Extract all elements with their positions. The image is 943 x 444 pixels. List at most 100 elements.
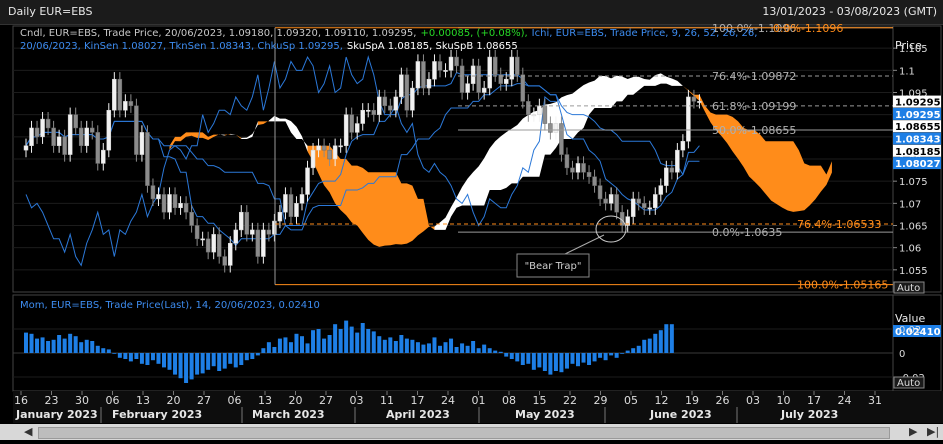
candle-body: [608, 194, 614, 204]
candle-body: [686, 96, 691, 142]
momentum-bar: [62, 338, 67, 353]
momentum-bar: [195, 353, 200, 375]
x-day-label: 30: [75, 394, 89, 407]
momentum-bar: [95, 345, 100, 353]
momentum-bar: [184, 353, 189, 383]
candle-body: [365, 109, 371, 112]
candle-body: [189, 211, 194, 226]
chart-svg[interactable]: 10 0.0%-1.1096 76.4%-1.09872 61.8%-1.09199 5…: [0, 22, 943, 440]
x-day-label: 16: [14, 394, 28, 407]
momentum-bar: [493, 350, 498, 353]
candle-body: [332, 145, 338, 160]
x-day-label: 03: [350, 394, 364, 407]
momentum-bar: [128, 353, 133, 362]
momentum-bar: [145, 353, 150, 365]
momentum-bar: [587, 353, 592, 365]
scroll-right-icon[interactable]: ▶: [909, 424, 917, 440]
x-month-label: May 2023: [515, 408, 575, 421]
scroll-left-icon[interactable]: ◀: [24, 424, 32, 440]
momentum-bar: [366, 329, 371, 353]
x-day-label: 06: [228, 394, 242, 407]
momentum-bar: [272, 347, 277, 353]
candle-body: [443, 70, 448, 72]
x-day-label: 13: [258, 394, 272, 407]
momentum-bar: [625, 350, 630, 353]
momentum-bar: [84, 339, 89, 353]
horizontal-scrollbar[interactable]: ◀ ▶ ▶|: [0, 424, 943, 440]
x-month-label: June 2023: [649, 408, 712, 421]
candle-body: [653, 194, 658, 209]
candle-body: [67, 114, 73, 155]
momentum-bar: [592, 353, 597, 362]
chart-area[interactable]: 10 0.0%-1.1096 76.4%-1.09872 61.8%-1.09199 5…: [0, 22, 943, 440]
candle-body: [205, 238, 211, 253]
candle-body: [415, 61, 421, 89]
candle-body: [675, 149, 680, 173]
momentum-bar: [316, 329, 321, 353]
price-legend-line2: 20/06/2023, KinSen 1.08027, TknSen 1.083…: [20, 41, 518, 52]
legend-change: +0.00085, (+0.08%),: [420, 28, 527, 39]
candle-body: [465, 83, 470, 93]
momentum-bar: [415, 342, 420, 353]
title-bar: Daily EUR=EBS 13/01/2023 - 03/08/2023 (G…: [0, 0, 943, 25]
momentum-bar: [90, 341, 95, 353]
legend-candle: Cndl, EUR=EBS, Trade Price, 20/06/2023, …: [20, 28, 416, 39]
momentum-bar: [449, 338, 454, 353]
candle-body: [283, 194, 288, 213]
momentum-bar: [537, 353, 542, 368]
price-tick-label: 1.065: [899, 222, 928, 233]
x-day-label: 13: [136, 394, 150, 407]
momentum-bar: [487, 348, 492, 353]
candle-body: [658, 185, 664, 195]
momentum-bar: [244, 353, 249, 361]
legend-span-values: SkuSpA 1.08185, SkuSpB 1.08655: [347, 41, 518, 52]
momentum-bar: [631, 348, 636, 353]
x-day-label: 20: [289, 394, 303, 407]
scroll-thumb[interactable]: [38, 427, 890, 439]
candle-body: [515, 56, 520, 76]
candle-body: [161, 194, 167, 213]
price-legend-line1: Cndl, EUR=EBS, Trade Price, 20/06/2023, …: [20, 28, 757, 39]
price-tick-label: 1.07: [899, 199, 921, 210]
momentum-bar: [167, 353, 172, 370]
x-month-label: April 2023: [386, 408, 450, 421]
scroll-end-icon[interactable]: ▶|: [927, 424, 939, 440]
candle-body: [354, 123, 360, 133]
candle-body: [112, 78, 117, 111]
candle-body: [581, 163, 586, 173]
candle-body: [200, 238, 205, 241]
momentum-bar: [40, 337, 45, 353]
legend-ichi-values: 20/06/2023, KinSen 1.08027, TknSen 1.083…: [20, 41, 343, 52]
candle-body: [167, 194, 172, 213]
x-day-label: 01: [472, 394, 486, 407]
x-day-label: 06: [106, 394, 120, 407]
momentum-bar: [29, 333, 34, 353]
momentum-bar: [261, 348, 266, 353]
x-day-label: 20: [167, 394, 181, 407]
momentum-bar: [79, 342, 84, 353]
candle-body: [454, 56, 459, 67]
momentum-bar: [134, 353, 139, 359]
momentum-bar: [471, 341, 476, 353]
candle-body: [586, 172, 592, 177]
price-value-tag-label: 1.08027: [895, 159, 941, 170]
momentum-bar: [344, 320, 349, 353]
momentum-bar: [206, 353, 211, 370]
momentum-bar: [217, 353, 222, 371]
candle-body: [371, 109, 377, 115]
candle-body: [78, 127, 84, 146]
momentum-bar: [311, 330, 316, 353]
momentum-bar: [509, 353, 514, 359]
price-tick-label: 1.1: [899, 66, 915, 77]
momentum-bar: [432, 337, 437, 353]
x-month-label: January 2023: [15, 408, 98, 421]
candle-body: [227, 242, 233, 266]
fib-level-label: 76.4%-1.06533: [797, 218, 881, 231]
x-day-label: 24: [441, 394, 455, 407]
candle-body: [432, 61, 437, 80]
momentum-bar: [288, 342, 293, 353]
candle-body: [239, 211, 244, 231]
candle-body: [399, 74, 404, 98]
x-day-label: 15: [533, 394, 547, 407]
x-day-label: 17: [807, 394, 821, 407]
